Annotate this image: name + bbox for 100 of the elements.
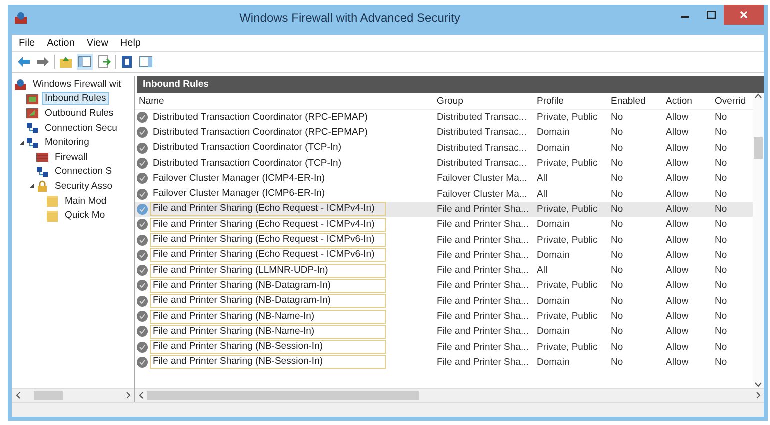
tree-item[interactable]: Connection Secu — [42, 122, 120, 135]
tree-item[interactable]: Security Asso — [52, 180, 116, 193]
network-icon — [26, 122, 39, 134]
horizontal-scrollbar[interactable] — [135, 388, 764, 402]
tree-item[interactable]: Inbound Rules — [42, 92, 110, 106]
console-tree-icon[interactable] — [77, 54, 93, 70]
horizontal-scrollbar[interactable] — [12, 388, 134, 402]
tree-item[interactable]: Windows Firewall wit — [30, 78, 124, 91]
table-cell-text: Allow — [665, 204, 690, 215]
rule-disabled-icon — [137, 356, 148, 368]
table-cell-text: No — [714, 112, 728, 124]
table-cell-text: Failover Cluster Manager (ICMP4-ER-In) — [152, 172, 326, 186]
table-row[interactable]: File and Printer Sharing (Echo Request - ICMPv6-In) File and Printer Sha... Domain No Allow No — [135, 248, 753, 263]
network-icon — [36, 166, 49, 178]
column-header[interactable]: Action — [662, 96, 711, 106]
left-chevron-icon — [16, 392, 20, 399]
close-button[interactable] — [724, 5, 764, 25]
table-row[interactable]: Failover Cluster Manager (ICMP6-ER-In) Failover Cluster Ma... All No Allow No — [135, 186, 753, 202]
table-cell: File and Printer Sharing (Echo Request - ICMPv6-In) — [150, 248, 386, 262]
table-cell-text: No — [714, 127, 728, 138]
scrollbar-thumb[interactable] — [754, 137, 763, 159]
rule-disabled-icon — [137, 250, 148, 261]
table-cell-text: File and Printer Sha... — [436, 280, 530, 292]
close-icon — [740, 11, 748, 19]
table-cell-text: Allow — [665, 356, 690, 368]
table-cell-text: No — [610, 311, 624, 322]
menu-item[interactable]: Action — [42, 38, 80, 48]
table-cell-text: Domain — [536, 219, 571, 230]
table-cell-text: Domain — [536, 326, 571, 338]
table-row[interactable]: File and Printer Sharing (Echo Request - ICMPv6-In) File and Printer Sha... Private, Public No Allow No — [135, 232, 753, 248]
table-row[interactable]: File and Printer Sharing (NB-Name-In) File and Printer Sha... Private, Public No Allow No — [135, 308, 753, 324]
rule-disabled-icon — [137, 296, 148, 307]
help-icon[interactable] — [119, 54, 135, 70]
scrollbar-thumb[interactable] — [34, 391, 64, 400]
table-cell-text: No — [714, 204, 728, 215]
column-header[interactable]: Profile — [533, 96, 607, 106]
column-header[interactable]: Overrid — [711, 96, 751, 106]
table-cell-text: All — [536, 265, 549, 276]
table-row[interactable]: File and Printer Sharing (Echo Request - ICMPv4-In) File and Printer Sha... Private, Public No Allow No — [135, 202, 753, 218]
table-row[interactable]: File and Printer Sharing (Echo Request - ICMPv4-In) File and Printer Sha... Domain No Allow No — [135, 217, 753, 232]
table-cell-text: File and Printer Sha... — [436, 296, 530, 307]
tree-item[interactable]: Connection S — [52, 165, 116, 178]
table-cell-text: No — [714, 158, 728, 170]
table-row[interactable]: File and Printer Sharing (LLMNR-UDP-In) File and Printer Sha... All No Allow No — [135, 262, 753, 278]
tree-item[interactable]: Quick Mo — [62, 209, 108, 222]
table-row[interactable]: Distributed Transaction Coordinator (RPC-EPMAP) Distributed Transac... Private, Public No Allow No — [135, 110, 753, 126]
table-cell-text: No — [610, 173, 624, 184]
vertical-scrollbar[interactable] — [753, 93, 764, 388]
table-cell: File and Printer Sharing (NB-Name-In) — [150, 310, 386, 324]
scroll-down-icon[interactable] — [755, 382, 762, 388]
menu-item[interactable]: Help — [115, 38, 146, 48]
table-cell: File and Printer Sharing (LLMNR-UDP-In) — [150, 264, 386, 278]
table-cell-text: File and Printer Sha... — [436, 250, 530, 261]
scrollbar-thumb[interactable] — [147, 391, 420, 400]
table-cell-text: No — [610, 280, 624, 292]
pane-title: Inbound Rules — [137, 76, 764, 93]
table-row[interactable]: File and Printer Sharing (NB-Datagram-In) File and Printer Sha... Domain No Allow No — [135, 294, 753, 309]
table-row[interactable]: File and Printer Sharing (NB-Name-In) File and Printer Sha... Domain No Allow No — [135, 324, 753, 340]
table-cell-text: File and Printer Sha... — [436, 326, 530, 338]
menu-item[interactable]: File — [14, 38, 40, 48]
scroll-up-icon[interactable] — [755, 93, 762, 99]
export-icon[interactable] — [96, 54, 112, 70]
table-row[interactable]: File and Printer Sharing (NB-Session-In) File and Printer Sha... Private, Public No Allow No — [135, 339, 753, 355]
table-cell-text: Private, Public — [536, 234, 599, 246]
tree-item[interactable]: Monitoring — [42, 136, 92, 150]
action-pane-icon[interactable] — [138, 54, 154, 70]
column-header[interactable]: Name — [135, 96, 433, 106]
tree-item[interactable]: Outbound Rules — [42, 106, 117, 120]
table-cell-text: No — [714, 296, 728, 307]
table-cell-text: Distributed Transac... — [436, 158, 528, 170]
table-cell-text: Allow — [665, 265, 690, 276]
table-row[interactable]: File and Printer Sharing (NB-Session-In) File and Printer Sha... Domain No Allow No — [135, 354, 753, 370]
tree-item[interactable]: Main Mod — [62, 194, 110, 208]
table-cell-text: No — [610, 112, 624, 124]
menu-item[interactable]: View — [82, 38, 114, 48]
maximize-icon — [706, 11, 716, 19]
table-cell-text: Failover Cluster Ma... — [436, 173, 528, 184]
collapse-arrow-icon[interactable] — [18, 138, 26, 147]
table-row[interactable]: Distributed Transaction Coordinator (TCP-In) Distributed Transac... Domain No Allow No — [135, 140, 753, 156]
rule-disabled-icon — [137, 188, 148, 200]
table-cell-text: No — [714, 342, 728, 353]
right-chevron-icon — [126, 392, 130, 399]
table-row[interactable]: Distributed Transaction Coordinator (TCP-In) Distributed Transac... Private, Public No Allow No — [135, 156, 753, 172]
collapse-arrow-icon[interactable] — [28, 182, 36, 190]
rule-disabled-icon — [137, 112, 148, 124]
table-row[interactable]: Failover Cluster Manager (ICMP4-ER-In) Failover Cluster Ma... All No Allow No — [135, 171, 753, 186]
table-cell-text: No — [714, 326, 728, 338]
table-cell-text: No — [714, 173, 728, 184]
forward-button[interactable] — [35, 54, 51, 70]
column-header[interactable]: Group — [433, 96, 533, 106]
rule-disabled-icon — [137, 280, 148, 292]
table-cell-text: No — [610, 158, 624, 170]
tree-item[interactable]: Firewall — [52, 150, 91, 164]
column-header[interactable]: Enabled — [607, 96, 662, 106]
rule-disabled-icon — [137, 234, 148, 246]
table-cell-text: Distributed Transac... — [436, 142, 528, 154]
table-row[interactable]: File and Printer Sharing (NB-Datagram-In) File and Printer Sha... Private, Public No Allow No — [135, 278, 753, 294]
folder-icon — [46, 210, 59, 222]
table-row[interactable]: Distributed Transaction Coordinator (RPC-EPMAP) Distributed Transac... Domain No Allow No — [135, 125, 753, 141]
table-cell-text: No — [610, 250, 624, 261]
